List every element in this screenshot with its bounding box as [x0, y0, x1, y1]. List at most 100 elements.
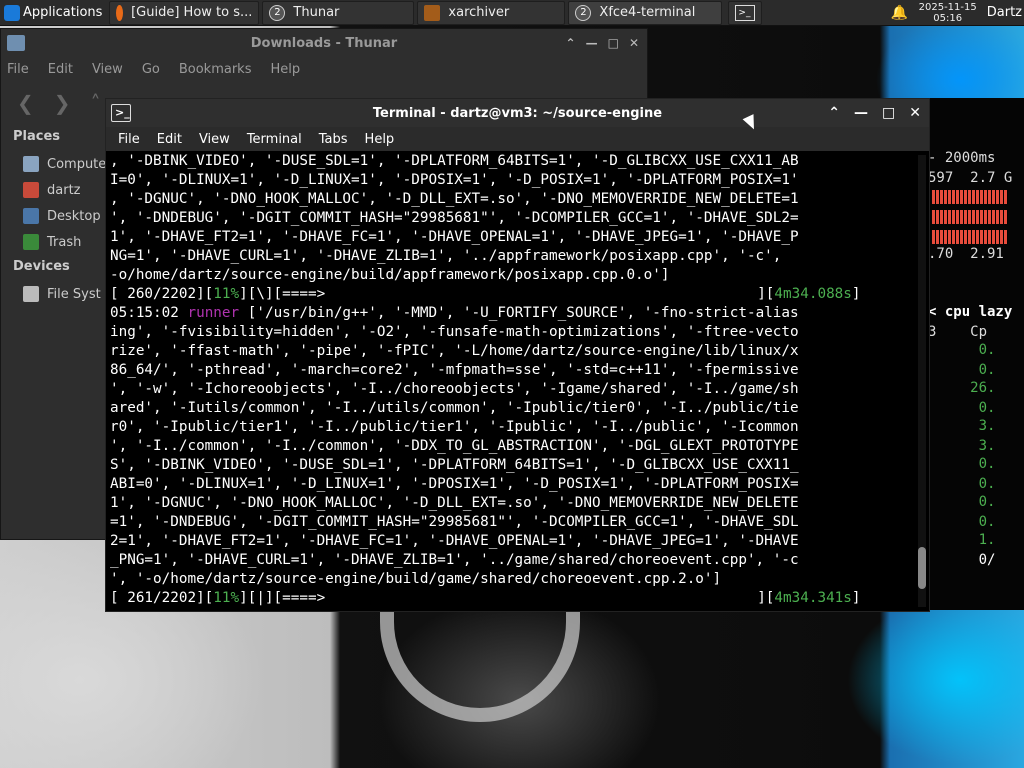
forward-icon[interactable]: ❯	[54, 91, 71, 115]
terminal-line: ', '-o/home/dartz/source-engine/build/ga…	[110, 571, 722, 587]
terminal-line: -o/home/dartz/source-engine/build/appfra…	[110, 267, 670, 283]
home-icon	[23, 182, 39, 198]
menu-go[interactable]: Go	[142, 62, 160, 77]
htop-row: 597 2.7 G	[928, 170, 1013, 186]
progress-percent: 11%	[213, 286, 240, 302]
htop-window: - 2000ms 597 2.7 G .70 2.91 < cpu lazy 3…	[928, 98, 1024, 610]
user-menu[interactable]: Dartz	[987, 5, 1022, 20]
menu-view[interactable]: View	[92, 62, 123, 77]
close-icon[interactable]: ✕	[629, 36, 639, 50]
terminal-icon: >_	[735, 4, 756, 21]
drive-icon	[23, 286, 39, 302]
htop-row: 0.	[928, 342, 996, 358]
terminal-output[interactable]: , '-DBINK_VIDEO', '-DUSE_SDL=1', '-DPLAT…	[110, 152, 916, 610]
trash-icon	[23, 234, 39, 250]
terminal-line: =1', '-DNDEBUG', '-DGIT_COMMIT_HASH="299…	[110, 514, 799, 530]
htop-row: 26.	[928, 380, 996, 396]
terminal-line: ', '-I../common', '-I../common', '-DDX_T…	[110, 438, 799, 454]
terminal-line: rize', '-ffast-math', '-pipe', '-fPIC', …	[110, 343, 799, 359]
terminal-line: 1', '-DHAVE_FT2=1', '-DHAVE_FC=1', '-DHA…	[110, 229, 799, 245]
terminal-launcher[interactable]: >_	[728, 0, 763, 25]
terminal-menubar: File Edit View Terminal Tabs Help	[106, 127, 929, 151]
progress-bracket: ][	[757, 286, 775, 302]
scrollbar-thumb[interactable]	[918, 547, 926, 589]
htop-row: 0.	[928, 494, 996, 510]
shade-icon[interactable]: —	[586, 36, 598, 50]
maximize-icon[interactable]: □	[608, 36, 619, 50]
maximize-icon[interactable]: □	[882, 105, 895, 121]
terminal-line: I=0', '-DLINUX=1', '-D_LINUX=1', '-DPOSI…	[110, 172, 799, 188]
menu-edit[interactable]: Edit	[48, 62, 73, 77]
task-label: Xfce4-terminal	[599, 5, 696, 20]
menu-file[interactable]: File	[7, 62, 29, 77]
terminal-title: Terminal - dartz@vm3: ~/source-engine	[372, 105, 663, 121]
sidebar-item-label: Desktop	[47, 208, 101, 224]
progress-bar-text: ][|][====>	[239, 590, 326, 606]
clock-time: 05:16	[933, 12, 963, 24]
menu-bookmarks[interactable]: Bookmarks	[179, 62, 252, 77]
clock[interactable]: 2025-11-15 05:16	[919, 2, 977, 24]
close-icon[interactable]: ✕	[909, 105, 921, 121]
terminal-titlebar[interactable]: >_ Terminal - dartz@vm3: ~/source-engine…	[106, 99, 929, 127]
menu-help[interactable]: Help	[365, 132, 395, 147]
runner-keyword: runner	[187, 305, 240, 321]
progress-bracket: ][	[757, 590, 775, 606]
clock-date: 2025-11-15	[918, 1, 977, 13]
menu-view[interactable]: View	[199, 132, 230, 147]
progress-line: [ 261/2202][11%][|][====>][4m34.341s]	[110, 589, 916, 608]
minimize-icon[interactable]: ⌃	[566, 36, 576, 50]
htop-row: 0.	[928, 456, 996, 472]
htop-row: 3 Cp	[928, 324, 988, 340]
menu-help[interactable]: Help	[270, 62, 300, 77]
grouped-windows-icon: 2	[269, 4, 286, 21]
notification-bell-icon[interactable]: 🔔	[891, 5, 908, 21]
runner-line: 05:15:02 runner ['/usr/bin/g++', '-MMD',…	[110, 304, 916, 323]
menu-tabs[interactable]: Tabs	[319, 132, 348, 147]
menu-file[interactable]: File	[118, 132, 140, 147]
runner-command: ['/usr/bin/g++', '-MMD', '-U_FORTIFY_SOU…	[239, 305, 799, 321]
applications-menu-button[interactable]: Applications	[0, 0, 106, 26]
task-label: xarchiver	[448, 5, 510, 20]
terminal-line: ', '-w', '-Ichoreoobjects', '-I../choreo…	[110, 381, 799, 397]
htop-row: 0/	[928, 552, 996, 568]
up-icon[interactable]: ˄	[91, 91, 101, 115]
minimize-icon[interactable]: —	[854, 105, 868, 121]
progress-elapsed: 4m34.341s	[774, 590, 852, 606]
window-count-badge: 2	[580, 7, 587, 18]
htop-row: .70 2.91	[928, 246, 1004, 262]
runner-time: 05:15:02	[110, 305, 179, 321]
menu-terminal[interactable]: Terminal	[247, 132, 302, 147]
xarchiver-icon	[424, 4, 441, 21]
back-icon[interactable]: ❮	[17, 91, 34, 115]
task-firefox[interactable]: [Guide] How to s...	[109, 0, 260, 25]
progress-bracket: ]	[851, 590, 861, 606]
htop-cpu-bar	[932, 190, 1008, 204]
sidebar-item-label: Compute	[47, 156, 107, 172]
thunar-titlebar[interactable]: Downloads - Thunar ⌃ — □ ✕	[1, 29, 647, 57]
sidebar-item-label: Trash	[47, 234, 82, 250]
progress-bracket: ]	[851, 286, 861, 302]
terminal-line: _PNG=1', '-DHAVE_CURL=1', '-DHAVE_ZLIB=1…	[110, 552, 799, 568]
computer-icon	[23, 156, 39, 172]
progress-line: [ 260/2202][11%][\][====>][4m34.088s]	[110, 285, 916, 304]
task-terminal[interactable]: 2 Xfce4-terminal	[568, 0, 723, 25]
thunar-title: Downloads - Thunar	[250, 35, 398, 51]
htop-row: 0.	[928, 400, 996, 416]
sidebar-item-label: File Syst	[47, 286, 101, 302]
menu-edit[interactable]: Edit	[157, 132, 182, 147]
task-label: Thunar	[293, 5, 340, 20]
terminal-line: 2=1', '-DHAVE_FT2=1', '-DHAVE_FC=1', '-D…	[110, 533, 799, 549]
terminal-scrollbar[interactable]	[918, 155, 926, 607]
task-thunar[interactable]: 2 Thunar	[262, 0, 415, 25]
htop-row: 0.	[928, 514, 996, 530]
htop-row: 3.	[928, 418, 996, 434]
htop-row: 0.	[928, 476, 996, 492]
htop-row: 1.	[928, 532, 996, 548]
desktop-icon	[23, 208, 39, 224]
progress-percent: 11%	[213, 590, 240, 606]
task-xarchiver[interactable]: xarchiver	[417, 0, 566, 25]
terminal-line: NG=1', '-DHAVE_CURL=1', '-DHAVE_ZLIB=1',…	[110, 248, 782, 264]
terminal-line: ared', '-Iutils/common', '-I../utils/com…	[110, 400, 799, 416]
progress-elapsed: 4m34.088s	[774, 286, 852, 302]
shade-icon[interactable]: ⌃	[828, 105, 840, 121]
